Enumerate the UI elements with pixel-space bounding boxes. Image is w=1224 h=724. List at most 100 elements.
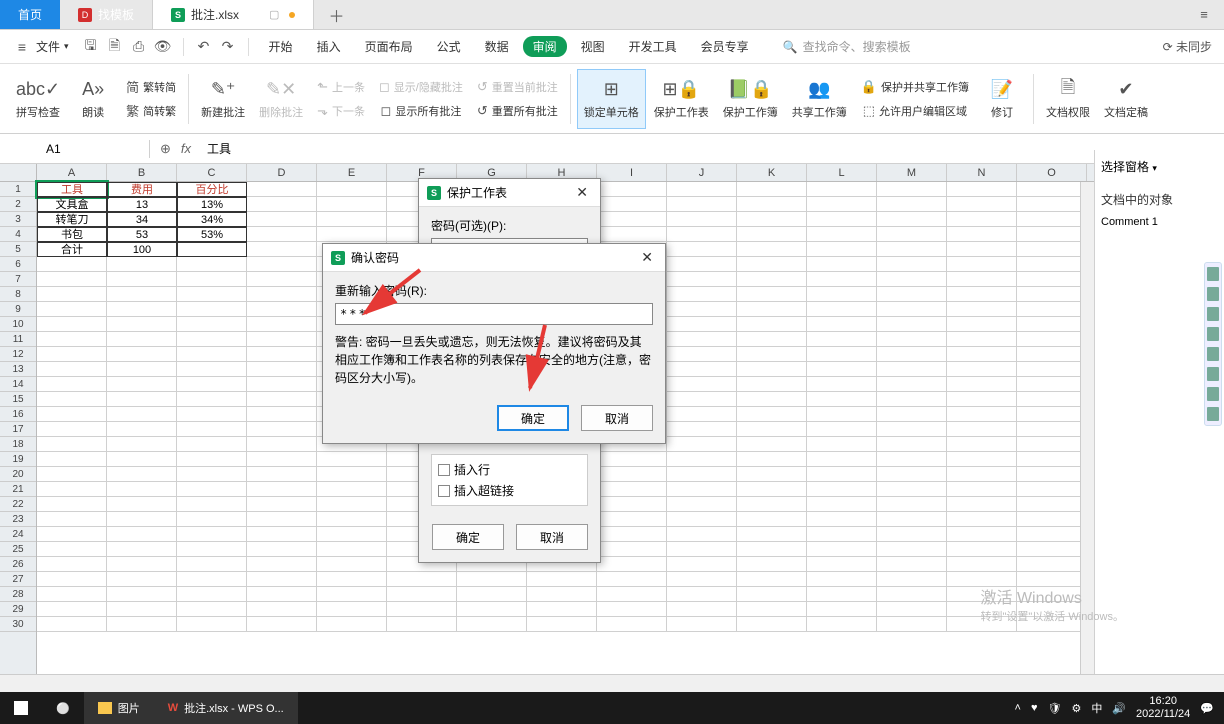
cell[interactable]: 34% (177, 212, 247, 227)
save-icon[interactable]: 🖫 (81, 37, 101, 57)
add-tab-button[interactable]: ＋ (314, 0, 358, 29)
row-header[interactable]: 4 (0, 227, 36, 242)
cell[interactable] (597, 482, 667, 497)
cell[interactable] (317, 212, 387, 227)
cell[interactable] (737, 527, 807, 542)
cell[interactable]: 转笔刀 (37, 212, 107, 227)
cell[interactable] (667, 332, 737, 347)
row-header[interactable]: 30 (0, 617, 36, 632)
cell[interactable] (247, 422, 317, 437)
cell[interactable] (247, 527, 317, 542)
col-header[interactable]: K (737, 164, 807, 181)
cell[interactable] (107, 392, 177, 407)
notification-icon[interactable]: 💬 (1200, 702, 1214, 715)
cell[interactable] (317, 512, 387, 527)
cell[interactable] (1017, 542, 1087, 557)
cell[interactable] (177, 407, 247, 422)
cell[interactable] (317, 527, 387, 542)
cell[interactable] (947, 377, 1017, 392)
cell[interactable] (247, 197, 317, 212)
cell[interactable] (177, 527, 247, 542)
col-header[interactable]: L (807, 164, 877, 181)
cell[interactable] (877, 197, 947, 212)
cell[interactable] (387, 587, 457, 602)
cell[interactable] (877, 272, 947, 287)
row-header[interactable]: 24 (0, 527, 36, 542)
cell[interactable] (247, 362, 317, 377)
cell[interactable] (737, 617, 807, 632)
cell[interactable] (737, 542, 807, 557)
cell[interactable] (947, 317, 1017, 332)
tray-settings-icon[interactable]: ⚙ (1071, 702, 1081, 715)
cell[interactable] (37, 452, 107, 467)
cell[interactable] (37, 467, 107, 482)
cell[interactable] (877, 602, 947, 617)
cell[interactable] (1017, 227, 1087, 242)
cell[interactable] (247, 302, 317, 317)
cell[interactable] (177, 452, 247, 467)
cell[interactable] (1017, 527, 1087, 542)
cell[interactable] (597, 557, 667, 572)
cell[interactable] (37, 257, 107, 272)
tab-window-icon[interactable]: ▢ (269, 8, 279, 21)
cell[interactable] (877, 182, 947, 197)
cell[interactable] (667, 227, 737, 242)
cell[interactable] (877, 257, 947, 272)
cell[interactable] (37, 497, 107, 512)
row-header[interactable]: 13 (0, 362, 36, 377)
cell[interactable] (107, 512, 177, 527)
col-header[interactable]: I (597, 164, 667, 181)
cell[interactable] (807, 602, 877, 617)
cell[interactable] (247, 467, 317, 482)
cell[interactable] (737, 212, 807, 227)
cell[interactable] (317, 542, 387, 557)
menu-vip[interactable]: 会员专享 (691, 34, 759, 59)
cell[interactable] (737, 392, 807, 407)
cell[interactable] (37, 377, 107, 392)
cell[interactable] (1017, 182, 1087, 197)
cell[interactable] (807, 542, 877, 557)
cell[interactable] (177, 377, 247, 392)
cell[interactable] (877, 392, 947, 407)
tray-icon[interactable]: ˄ (1015, 702, 1021, 714)
spell-check-button[interactable]: abc✓拼写检查 (10, 69, 66, 129)
cell[interactable] (667, 527, 737, 542)
cell[interactable] (667, 362, 737, 377)
cell[interactable]: 百分比 (177, 182, 247, 197)
cell[interactable] (527, 602, 597, 617)
cell[interactable] (107, 617, 177, 632)
cell[interactable] (737, 512, 807, 527)
cell[interactable] (107, 527, 177, 542)
cell[interactable] (667, 617, 737, 632)
cell[interactable] (527, 572, 597, 587)
cell[interactable] (247, 572, 317, 587)
cell[interactable] (1017, 497, 1087, 512)
cell[interactable] (667, 407, 737, 422)
cell[interactable] (247, 182, 317, 197)
revise-button[interactable]: 📝修订 (977, 69, 1027, 129)
cell[interactable] (597, 512, 667, 527)
row-header[interactable]: 17 (0, 422, 36, 437)
cell[interactable] (597, 587, 667, 602)
cell[interactable] (737, 182, 807, 197)
cell[interactable] (457, 587, 527, 602)
cell[interactable] (107, 302, 177, 317)
cell[interactable] (1017, 257, 1087, 272)
cell[interactable] (737, 197, 807, 212)
row-header[interactable]: 27 (0, 572, 36, 587)
cell[interactable] (1017, 512, 1087, 527)
row-header[interactable]: 12 (0, 347, 36, 362)
allow-edit-button[interactable]: ⬚允许用户编辑区域 (855, 99, 975, 123)
reset-current-button[interactable]: ↺重置当前批注 (471, 75, 564, 99)
cell[interactable] (1017, 407, 1087, 422)
cell[interactable] (317, 467, 387, 482)
col-header[interactable]: A (37, 164, 107, 181)
cell[interactable] (107, 452, 177, 467)
cell[interactable] (807, 392, 877, 407)
cell[interactable] (667, 182, 737, 197)
read-aloud-button[interactable]: A»朗读 (68, 69, 118, 129)
cell[interactable] (1017, 287, 1087, 302)
cell[interactable] (807, 452, 877, 467)
cell[interactable] (37, 542, 107, 557)
cell[interactable] (177, 392, 247, 407)
